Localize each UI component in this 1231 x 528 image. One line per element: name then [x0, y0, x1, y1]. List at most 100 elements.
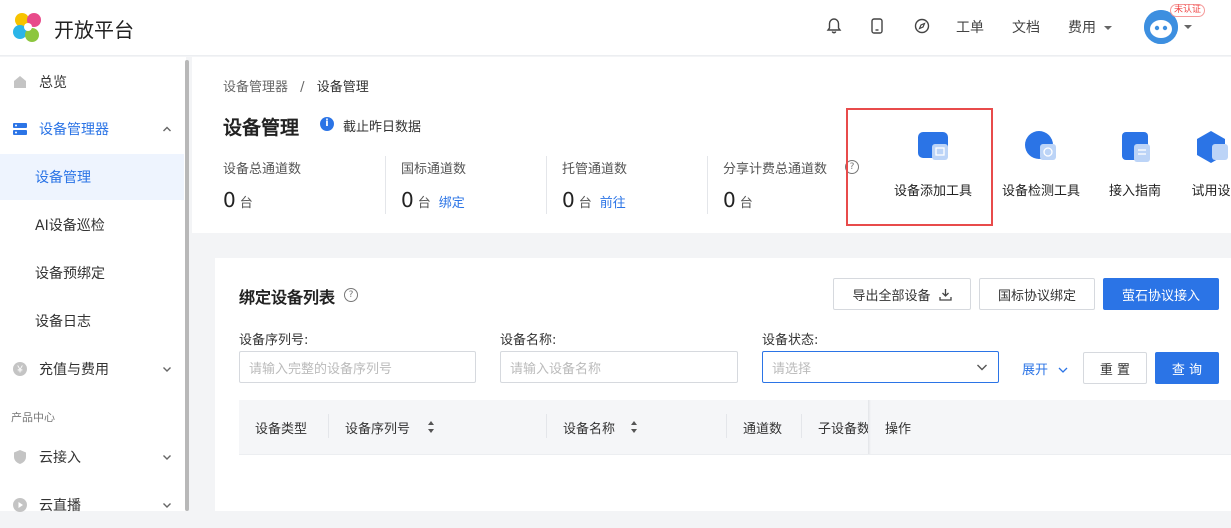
- sidebar-item-label: 设备管理器: [39, 122, 109, 138]
- tablet-icon[interactable]: [867, 16, 887, 36]
- server-icon: [13, 123, 27, 135]
- column-divider: [546, 414, 547, 438]
- sidebar-item-label: 设备预绑定: [35, 266, 105, 282]
- sidebar: 总览 设备管理器 设备管理 AI设备巡检 设备预绑定 设备日志 ¥ 充值与费用 …: [0, 57, 186, 514]
- tool-trial-device[interactable]: 试用设: [1176, 128, 1231, 198]
- trial-device-icon: [1197, 131, 1228, 163]
- account-caret-icon[interactable]: [1183, 23, 1193, 31]
- column-device-type: 设备类型: [255, 422, 308, 437]
- chevron-down-icon: [163, 455, 171, 460]
- serial-filter-label: 设备序列号:: [239, 333, 309, 348]
- divider: [385, 156, 386, 214]
- info-icon: i: [320, 117, 334, 131]
- sidebar-item-overview[interactable]: 总览: [0, 59, 184, 105]
- query-button[interactable]: 查 询: [1155, 352, 1219, 384]
- device-check-tool-icon: [1025, 131, 1056, 160]
- chevron-up-icon: [163, 126, 171, 132]
- status-select-placeholder: 请选择: [772, 361, 812, 377]
- shield-icon: [14, 450, 26, 464]
- sidebar-item-label: AI设备巡检: [35, 218, 105, 234]
- chevron-down-icon: [1058, 367, 1068, 373]
- column-sub-devices: 子设备数: [818, 422, 868, 437]
- tool-label: 试用设: [1191, 184, 1231, 198]
- stat-total-channels: 设备总通道数 0台: [223, 158, 302, 212]
- sort-icon[interactable]: [630, 420, 638, 434]
- bell-icon[interactable]: [824, 16, 844, 36]
- status-select[interactable]: 请选择: [762, 351, 999, 383]
- device-name-input[interactable]: 请输入设备名称: [500, 351, 738, 383]
- sidebar-item-cloud-live[interactable]: 云直播: [0, 482, 184, 528]
- sidebar-item-cloud-access[interactable]: 云接入: [0, 434, 184, 480]
- sidebar-item-label: 充值与费用: [39, 362, 109, 378]
- name-filter-label: 设备名称:: [500, 333, 557, 348]
- sidebar-item-label: 总览: [39, 75, 67, 91]
- fixed-column-shadow: [868, 400, 871, 454]
- stat-value: 0: [223, 188, 236, 212]
- sidebar-item-ai-inspection[interactable]: AI设备巡检: [0, 202, 184, 248]
- divider: [546, 156, 547, 214]
- tool-access-guide[interactable]: 接入指南: [1090, 128, 1180, 199]
- top-bar: 开放平台 工单 文档 费用 未认证: [0, 0, 1231, 56]
- expand-filters-toggle[interactable]: 展开: [1022, 359, 1068, 378]
- breadcrumb-parent[interactable]: 设备管理器: [223, 80, 288, 95]
- stat-unit: 台: [239, 196, 253, 211]
- stat-hosted-channels: 托管通道数 0 台前往: [562, 158, 627, 212]
- sidebar-item-device-log[interactable]: 设备日志: [0, 298, 184, 344]
- tool-label: 设备检测工具: [1001, 184, 1080, 199]
- home-icon: [14, 76, 26, 88]
- page-title: 设备管理: [223, 117, 300, 139]
- stat-value: 0: [562, 188, 575, 212]
- divider: [707, 156, 708, 214]
- sidebar-item-label: 设备日志: [35, 314, 91, 330]
- sidebar-item-prebind[interactable]: 设备预绑定: [0, 250, 184, 296]
- column-serial[interactable]: 设备序列号: [345, 418, 410, 437]
- tool-device-check[interactable]: 设备检测工具: [996, 128, 1086, 199]
- stat-unit: 台: [739, 196, 753, 211]
- export-all-button[interactable]: 导出全部设备: [833, 278, 971, 310]
- caret-down-icon: [1104, 26, 1113, 30]
- stat-gb-channels: 国标通道数 0 台绑定: [401, 158, 466, 212]
- bind-link[interactable]: 绑定: [439, 196, 465, 211]
- help-icon[interactable]: ?: [344, 288, 358, 302]
- sidebar-item-billing[interactable]: ¥ 充值与费用: [0, 346, 184, 392]
- sidebar-scrollbar[interactable]: [185, 60, 189, 511]
- download-icon: [938, 288, 952, 301]
- data-cutoff-note: 截止昨日数据: [343, 120, 422, 135]
- export-all-label: 导出全部设备: [852, 288, 931, 304]
- breadcrumb-separator: /: [300, 80, 305, 95]
- compass-icon[interactable]: [912, 16, 932, 36]
- column-divider: [801, 414, 802, 438]
- sidebar-item-device-management[interactable]: 设备管理: [0, 154, 184, 200]
- guide-icon: [1122, 132, 1150, 162]
- sidebar-item-label: 设备管理: [35, 170, 91, 186]
- card-title: 绑定设备列表: [239, 288, 336, 307]
- serial-input[interactable]: 请输入完整的设备序列号: [239, 351, 476, 383]
- column-channels: 通道数: [743, 422, 783, 437]
- column-actions: 操作: [885, 422, 912, 437]
- sidebar-item-device-manager[interactable]: 设备管理器: [0, 106, 184, 152]
- breadcrumb-current: 设备管理: [316, 80, 369, 95]
- table-divider: [239, 454, 1231, 455]
- svg-text:¥: ¥: [16, 365, 23, 376]
- gb-protocol-bind-button[interactable]: 国标协议绑定: [979, 278, 1095, 310]
- stat-label: 设备总通道数: [223, 162, 302, 177]
- nav-billing-label: 费用: [1068, 20, 1096, 36]
- nav-docs[interactable]: 文档: [1012, 17, 1040, 37]
- ezviz-protocol-access-button[interactable]: 萤石协议接入: [1103, 278, 1219, 310]
- logo-icon[interactable]: [10, 10, 46, 46]
- stat-value: 0: [723, 188, 736, 212]
- column-divider: [328, 414, 329, 438]
- nav-billing[interactable]: 费用: [1068, 17, 1113, 37]
- stat-unit: 台: [578, 196, 592, 211]
- stat-unit: 台: [417, 196, 431, 211]
- reset-button[interactable]: 重 置: [1083, 352, 1147, 384]
- yen-icon: ¥: [13, 362, 27, 376]
- sidebar-item-label: 云接入: [39, 450, 81, 466]
- sort-icon[interactable]: [427, 420, 435, 434]
- sidebar-item-label: 云直播: [39, 498, 81, 514]
- stat-label: 分享计费总通道数: [723, 162, 828, 177]
- column-device-name[interactable]: 设备名称: [563, 418, 615, 437]
- goto-link[interactable]: 前往: [600, 196, 626, 211]
- nav-ticket[interactable]: 工单: [956, 17, 984, 37]
- chevron-down-icon: [163, 503, 171, 508]
